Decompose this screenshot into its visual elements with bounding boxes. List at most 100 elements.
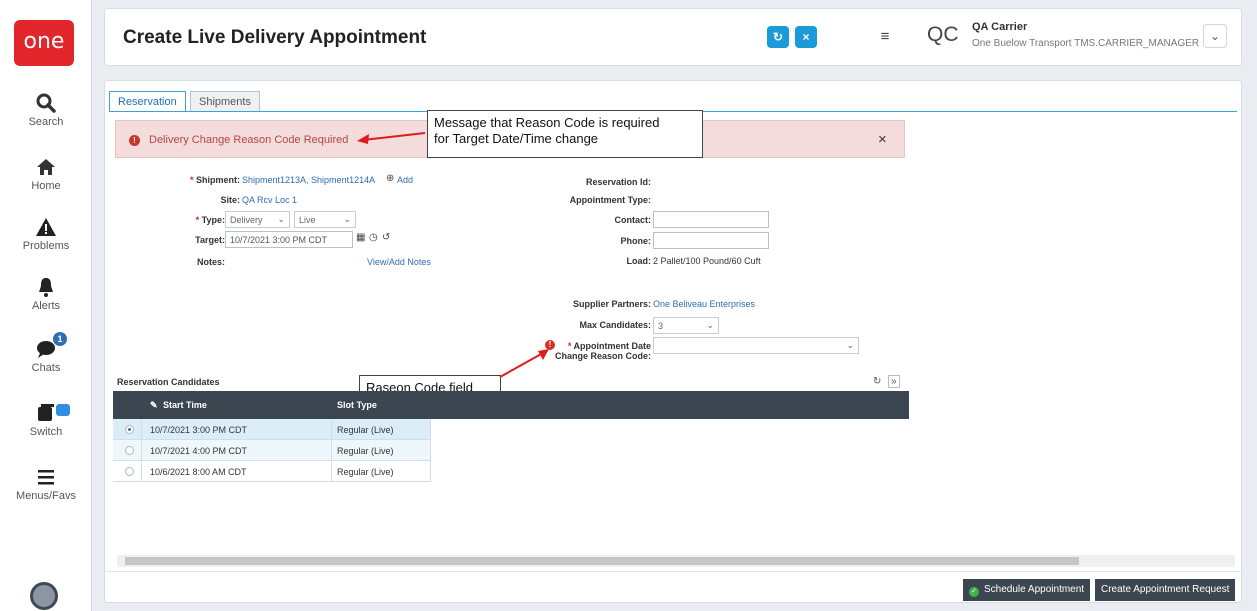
supplier-partner-link[interactable]: One Beliveau Enterprises xyxy=(653,299,755,309)
footer-divider xyxy=(105,571,1243,572)
scrollbar-thumb[interactable] xyxy=(125,557,1079,565)
load-label: Load: xyxy=(626,256,652,266)
horizontal-scrollbar[interactable] xyxy=(117,555,1235,567)
nav-item-home[interactable]: Home xyxy=(0,156,92,192)
error-icon: ! xyxy=(129,135,140,146)
nav-label-alerts: Alerts xyxy=(31,300,61,312)
row-start-time: 10/6/2021 8:00 AM CDT xyxy=(150,467,247,477)
clear-icon[interactable]: ↺ xyxy=(382,232,390,243)
type-select[interactable]: Delivery ⌄ xyxy=(225,211,290,228)
shipment-links[interactable]: Shipment1213A, Shipment1214A xyxy=(242,175,375,185)
table-row[interactable]: 10/7/2021 3:00 PM CDT Regular (Live) xyxy=(113,419,430,440)
main-panel: Reservation Shipments ! Delivery Change … xyxy=(104,80,1243,603)
contact-label: Contact: xyxy=(614,215,652,225)
chevron-down-icon: ⌄ xyxy=(846,340,854,350)
user-avatar[interactable] xyxy=(30,582,58,610)
calendar-icon[interactable]: ▦ xyxy=(356,232,365,243)
candidates-title: Reservation Candidates xyxy=(117,377,220,387)
table-row[interactable]: 10/7/2021 4:00 PM CDT Regular (Live) xyxy=(113,440,430,461)
tab-reservation[interactable]: Reservation xyxy=(109,91,186,112)
schedule-appointment-button[interactable]: ✓ Schedule Appointment xyxy=(963,579,1091,601)
user-role: One Buelow Transport TMS.CARRIER_MANAGER xyxy=(972,38,1200,49)
nav-label-search: Search xyxy=(28,116,64,128)
nav-item-switch[interactable]: Switch xyxy=(0,402,92,438)
error-message: Delivery Change Reason Code Required xyxy=(149,134,349,146)
message-callout: Message that Reason Code is required for… xyxy=(427,110,703,158)
reason-code-select[interactable]: ⌄ xyxy=(653,337,859,354)
target-datetime-field[interactable]: 10/7/2021 3:00 PM CDT xyxy=(225,231,353,248)
row-slot-type: Regular (Live) xyxy=(337,425,394,435)
phone-input[interactable] xyxy=(653,232,769,249)
user-menu-dropdown[interactable]: ⌄ xyxy=(1203,24,1227,48)
chevron-down-icon: ⌄ xyxy=(277,214,285,224)
nav-label-problems: Problems xyxy=(22,240,70,252)
max-candidates-select[interactable]: 3 ⌄ xyxy=(653,317,719,334)
row-slot-type: Regular (Live) xyxy=(337,446,394,456)
tab-shipments[interactable]: Shipments xyxy=(190,91,260,112)
page-header: Create Live Delivery Appointment ↻ × ≡ Q… xyxy=(104,8,1242,66)
target-label: Target: xyxy=(195,235,225,245)
left-navigation: one Search Home Problems Alerts Chats 1 … xyxy=(0,0,92,611)
page-title: Create Live Delivery Appointment xyxy=(123,27,427,48)
mode-select[interactable]: Live ⌄ xyxy=(294,211,356,228)
contact-input[interactable] xyxy=(653,211,769,228)
shipment-label: * Shipment: xyxy=(189,175,240,185)
close-button[interactable]: × xyxy=(795,26,817,48)
user-name: QA Carrier xyxy=(972,21,1028,33)
user-initials: QC xyxy=(927,23,959,46)
home-icon xyxy=(37,159,55,175)
column-divider xyxy=(141,419,142,482)
row-radio[interactable] xyxy=(125,425,134,434)
expand-icon[interactable]: » xyxy=(888,375,900,388)
switch-icon xyxy=(38,404,54,421)
add-shipment-icon[interactable]: ⊕ xyxy=(386,173,394,184)
refresh-icon[interactable]: ↻ xyxy=(873,376,881,387)
grid-tools: ↻ » xyxy=(873,375,900,388)
nav-label-chats: Chats xyxy=(31,362,61,374)
row-radio[interactable] xyxy=(125,446,134,455)
add-shipment-link[interactable]: Add xyxy=(397,175,413,185)
reason-code-label-line2: Change Reason Code: xyxy=(554,351,651,361)
column-divider xyxy=(430,419,431,482)
refresh-button[interactable]: ↻ xyxy=(767,26,789,48)
app-logo[interactable]: one xyxy=(14,20,74,66)
type-label: * Type: xyxy=(195,215,225,225)
appointment-type-label: Appointment Type: xyxy=(569,195,651,205)
load-value: 2 Pallet/100 Pound/60 Cuft xyxy=(653,256,761,266)
clock-icon[interactable]: ◷ xyxy=(369,232,378,243)
grid-header: ✎ Start Time Slot Type xyxy=(113,391,909,419)
search-icon xyxy=(36,93,56,113)
nav-label-menus: Menus/Favs xyxy=(16,490,76,502)
hamburger-icon[interactable]: ≡ xyxy=(875,28,895,46)
chevron-down-icon: ⌄ xyxy=(1209,29,1221,43)
refresh-icon: ↻ xyxy=(772,30,784,44)
nav-label-home: Home xyxy=(31,180,61,192)
view-add-notes-link[interactable]: View/Add Notes xyxy=(367,257,431,267)
phone-label: Phone: xyxy=(620,236,652,246)
reservation-candidates-grid: Reservation Candidates ↻ » ✎ Start Time … xyxy=(113,372,909,492)
row-radio[interactable] xyxy=(125,467,134,476)
reservation-id-label: Reservation Id: xyxy=(585,177,651,187)
nav-item-alerts[interactable]: Alerts xyxy=(0,276,92,312)
nav-item-search[interactable]: Search xyxy=(0,92,92,128)
notes-label: Notes: xyxy=(196,257,225,267)
row-start-time: 10/7/2021 4:00 PM CDT xyxy=(150,446,248,456)
nav-item-problems[interactable]: Problems xyxy=(0,216,92,252)
warning-icon xyxy=(36,218,56,236)
max-candidates-label: Max Candidates: xyxy=(579,320,651,330)
reason-code-label-line1: * Appointment Date xyxy=(567,341,651,351)
table-row[interactable]: 10/6/2021 8:00 AM CDT Regular (Live) xyxy=(113,461,430,482)
edit-icon[interactable]: ✎ xyxy=(150,400,158,411)
nav-item-menus[interactable]: Menus/Favs xyxy=(0,466,92,502)
column-header-start-time[interactable]: Start Time xyxy=(163,400,207,410)
dismiss-error-button[interactable]: × xyxy=(878,131,887,148)
bell-icon xyxy=(39,278,53,297)
switch-toggle-icon xyxy=(56,404,70,416)
nav-item-chats[interactable]: Chats 1 xyxy=(0,332,92,374)
site-link[interactable]: QA Rcv Loc 1 xyxy=(242,195,297,205)
create-appointment-request-button[interactable]: Create Appointment Request xyxy=(1095,579,1236,601)
column-header-slot-type[interactable]: Slot Type xyxy=(337,400,377,410)
check-icon: ✓ xyxy=(969,587,979,597)
nav-label-switch: Switch xyxy=(29,426,63,438)
row-slot-type: Regular (Live) xyxy=(337,467,394,477)
